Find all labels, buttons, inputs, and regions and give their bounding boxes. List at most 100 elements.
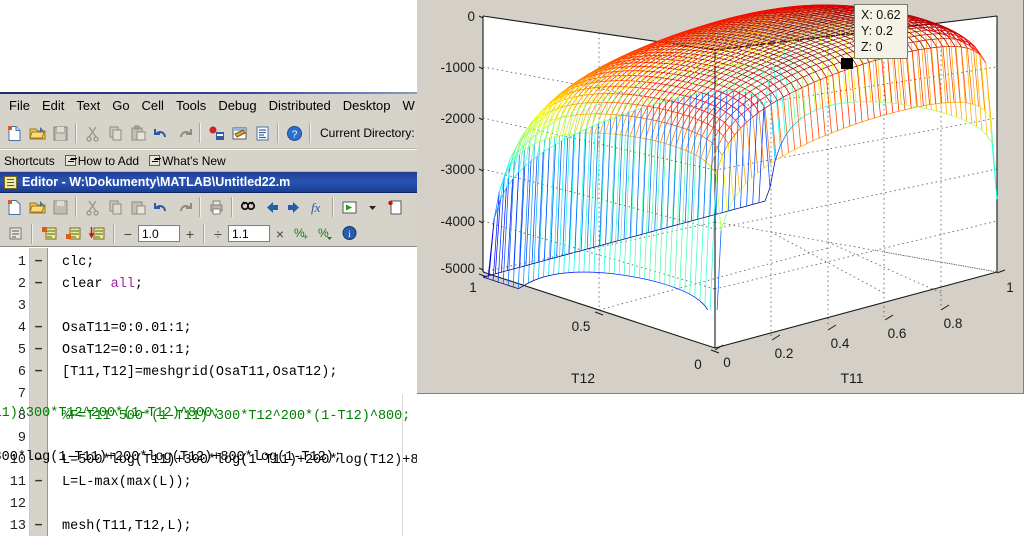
shortcut-how-to-add[interactable]: How to Add [64,154,139,168]
print-icon[interactable] [205,196,227,218]
function-browser-icon[interactable]: fx [306,196,328,218]
breakpoint-marker[interactable]: − [30,274,47,296]
data-tip-tooltip[interactable]: X: 0.62 Y: 0.2 Z: 0 [854,4,908,59]
menu-item-debug[interactable]: Debug [212,96,262,116]
code-token: [T11,T12]=meshgrid(OsaT11,OsaT12); [62,365,338,380]
back-arrow-icon[interactable] [260,196,282,218]
editor-redo-icon[interactable] [173,196,195,218]
z-tick-5: -5000 [440,261,475,276]
cell-mode-icon[interactable] [4,223,26,245]
breakpoint-marker[interactable]: − [30,252,47,274]
multiply-value-button[interactable]: × [272,226,288,242]
breakpoint-marker[interactable]: − [30,472,47,494]
open-file-icon[interactable] [26,122,48,144]
editor-cut-icon[interactable] [81,196,103,218]
cell-add-value-input[interactable] [138,225,180,242]
breakpoint-marker[interactable] [30,428,47,450]
copy-icon[interactable] [104,122,126,144]
increase-value-button[interactable]: + [182,226,198,242]
mlint-icon[interactable]: i [338,223,360,245]
paste-icon[interactable] [127,122,149,144]
simulink-icon[interactable] [205,122,227,144]
menu-item-go[interactable]: Go [106,96,135,116]
run-dropdown-icon[interactable] [361,196,383,218]
editor-vertical-split [402,394,403,536]
comment-icon[interactable]: % + [290,223,312,245]
code-line[interactable]: L=L-max(max(L)); [62,472,417,494]
guide-icon[interactable] [228,122,250,144]
code-line[interactable] [62,428,417,450]
toolbar-separator-4 [309,123,311,143]
editor-save-icon[interactable] [49,196,71,218]
run-icon[interactable] [338,196,360,218]
editor-copy-icon[interactable] [104,196,126,218]
menu-item-file[interactable]: File [3,96,36,116]
forward-arrow-icon[interactable] [283,196,305,218]
insert-cell-below-icon[interactable] [62,223,84,245]
breakpoint-marker[interactable]: − [30,340,47,362]
breakpoint-marker[interactable] [30,296,47,318]
redo-icon[interactable] [173,122,195,144]
cell-toolbar-separator-2 [113,223,115,244]
menu-item-tools[interactable]: Tools [170,96,212,116]
uncomment-icon[interactable]: % [314,223,336,245]
toolbar-separator [75,123,77,143]
stop-icon[interactable] [384,196,406,218]
editor-open-icon[interactable] [26,196,48,218]
code-line[interactable] [62,494,417,516]
code-line[interactable] [62,296,417,318]
code-line[interactable] [62,384,417,406]
menu-item-desktop[interactable]: Desktop [337,96,397,116]
shortcut-whats-new[interactable]: What's New [149,154,226,168]
menu-item-text[interactable]: Text [70,96,106,116]
profiler-icon[interactable] [251,122,273,144]
editor-title-text: Editor - W:\Dokumenty\MATLAB\Untitled22.… [22,175,291,189]
help-icon[interactable]: ? [283,122,305,144]
new-file-icon[interactable] [3,122,25,144]
mesh-surface-plot[interactable]: 0 -1000 -2000 -3000 -4000 -5000 1 0.5 0 … [417,0,1024,394]
insert-cell-icon[interactable] [38,223,60,245]
save-file-icon[interactable] [49,122,71,144]
breakpoint-marker[interactable]: − [30,362,47,384]
code-line[interactable]: mesh(T11,T12,L); [62,516,417,536]
breakpoint-marker[interactable]: − [30,318,47,340]
line-number: 6 [17,365,26,380]
menu-item-edit[interactable]: Edit [36,96,70,116]
editor-paste-icon[interactable] [127,196,149,218]
code-line[interactable]: [T11,T12]=meshgrid(OsaT11,OsaT12); [62,362,417,384]
data-tip-marker[interactable] [841,58,853,69]
breakpoint-marker[interactable] [30,494,47,516]
data-tip-z: Z: 0 [861,40,883,54]
x-tick-0: 0 [723,355,731,370]
z-tick-3: -3000 [440,162,475,177]
menu-item-distributed[interactable]: Distributed [263,96,337,116]
menu-item-window[interactable]: W [396,96,417,116]
figure-window[interactable]: 0 -1000 -2000 -3000 -4000 -5000 1 0.5 0 … [417,0,1024,394]
evaluate-cell-icon[interactable] [86,223,108,245]
cut-icon[interactable] [81,122,103,144]
breakpoint-column[interactable]: − − − − − − − − [30,248,48,536]
find-icon[interactable] [237,196,259,218]
z-tick-1: -1000 [440,60,475,75]
editor-title-bar[interactable]: Editor - W:\Dokumenty\MATLAB\Untitled22.… [0,172,417,193]
divide-value-button[interactable]: ÷ [210,226,226,242]
code-line[interactable]: clear all; [62,274,417,296]
undo-icon[interactable] [150,122,172,144]
editor-new-icon[interactable] [3,196,25,218]
editor-toolbar: fx [0,193,417,221]
decrease-value-button[interactable]: − [120,226,136,242]
code-line-overflow: L=L-max(max(L)); [0,472,2,487]
code-text-area[interactable]: clc; clear all; OsaT11=0:0.01:1; OsaT12=0:0… [48,248,417,536]
current-directory-label: Current Directory: [320,126,415,140]
breakpoint-marker[interactable]: − [30,516,47,536]
code-line[interactable]: OsaT12=0:0.01:1; [62,340,417,362]
menu-item-cell[interactable]: Cell [136,96,170,116]
code-editor-area[interactable]: 1 2 3 4 5 6 7 8 9 10 11 12 13 − − − − − − − − clc; clear all… [0,248,417,536]
cell-mult-value-input[interactable] [228,225,270,242]
toolbar-separator-2 [199,123,201,143]
editor-undo-icon[interactable] [150,196,172,218]
breakpoint-marker[interactable] [30,384,47,406]
code-line[interactable]: clc; [62,252,417,274]
code-line[interactable]: OsaT11=0:0.01:1; [62,318,417,340]
z-tick-4: -4000 [440,214,475,229]
